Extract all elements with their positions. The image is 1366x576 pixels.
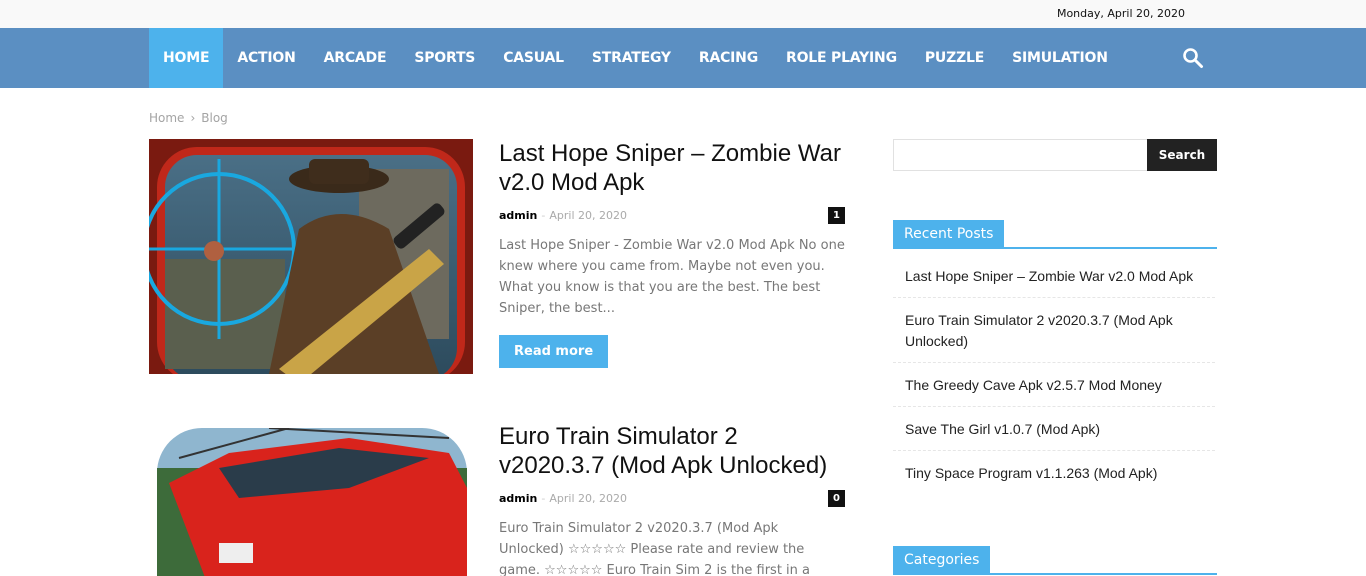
breadcrumb-home[interactable]: Home (149, 111, 184, 125)
recent-post-link[interactable]: The Greedy Cave Apk v2.5.7 Mod Money (893, 371, 1215, 407)
comment-count-badge[interactable]: 1 (828, 207, 845, 224)
post-title[interactable]: Euro Train Simulator 2 v2020.3.7 (Mod Ap… (499, 422, 845, 480)
post-author[interactable]: admin (499, 209, 537, 222)
meta-separator: - (541, 492, 546, 505)
post-thumbnail[interactable] (149, 428, 473, 576)
sidebar-search-form: Search (893, 139, 1217, 171)
read-more-button[interactable]: Read more (499, 335, 609, 368)
breadcrumb: Home › Blog (149, 111, 228, 125)
post-title[interactable]: Last Hope Sniper – Zombie War v2.0 Mod A… (499, 139, 845, 197)
search-button[interactable]: Search (1147, 139, 1217, 171)
post-card: Euro Train Simulator 2 v2020.3.7 (Mod Ap… (149, 422, 849, 576)
post-date: April 20, 2020 (549, 209, 627, 222)
comment-count-badge[interactable]: 0 (828, 490, 845, 507)
search-input[interactable] (893, 139, 1147, 171)
categories-widget: Categories (893, 546, 1217, 575)
widget-title: Recent Posts (893, 220, 1005, 247)
nav-item-casual[interactable]: CASUAL (489, 28, 578, 88)
breadcrumb-current: Blog (201, 111, 228, 125)
post-card: Last Hope Sniper – Zombie War v2.0 Mod A… (149, 139, 849, 379)
nav-menu: HOME ACTION ARCADE SPORTS CASUAL STRATEG… (149, 28, 1122, 88)
current-date: Monday, April 20, 2020 (1056, 7, 1185, 20)
post-content: Last Hope Sniper – Zombie War v2.0 Mod A… (499, 139, 845, 368)
post-author[interactable]: admin (499, 492, 537, 505)
search-icon[interactable] (1182, 47, 1204, 69)
nav-item-racing[interactable]: RACING (685, 28, 772, 88)
meta-separator: - (541, 209, 546, 222)
nav-item-puzzle[interactable]: PUZZLE (911, 28, 998, 88)
post-content: Euro Train Simulator 2 v2020.3.7 (Mod Ap… (499, 422, 845, 576)
post-excerpt: Euro Train Simulator 2 v2020.3.7 (Mod Ap… (499, 521, 811, 576)
nav-item-sports[interactable]: SPORTS (400, 28, 489, 88)
recent-post-link[interactable]: Last Hope Sniper – Zombie War v2.0 Mod A… (893, 262, 1215, 298)
nav-item-home[interactable]: HOME (149, 28, 224, 88)
nav-item-arcade[interactable]: ARCADE (310, 28, 401, 88)
post-thumbnail[interactable] (149, 139, 473, 374)
nav-item-strategy[interactable]: STRATEGY (578, 28, 685, 88)
recent-post-link[interactable]: Tiny Space Program v1.1.263 (Mod Apk) (893, 459, 1215, 494)
recent-posts-list: Last Hope Sniper – Zombie War v2.0 Mod A… (893, 262, 1217, 494)
nav-item-action[interactable]: ACTION (223, 28, 309, 88)
nav-item-role-playing[interactable]: ROLE PLAYING (772, 28, 911, 88)
breadcrumb-separator: › (190, 111, 196, 125)
post-meta: admin - April 20, 2020 1 (499, 207, 845, 227)
nav-item-simulation[interactable]: SIMULATION (998, 28, 1122, 88)
main-navigation: HOME ACTION ARCADE SPORTS CASUAL STRATEG… (0, 28, 1366, 88)
recent-posts-widget: Recent Posts Last Hope Sniper – Zombie W… (893, 220, 1217, 502)
widget-header: Recent Posts (893, 220, 1217, 249)
recent-post-link[interactable]: Euro Train Simulator 2 v2020.3.7 (Mod Ap… (893, 306, 1215, 363)
post-date: April 20, 2020 (549, 492, 627, 505)
recent-post-link[interactable]: Save The Girl v1.0.7 (Mod Apk) (893, 415, 1215, 451)
widget-title: Categories (893, 546, 991, 573)
top-bar: Monday, April 20, 2020 (0, 0, 1366, 28)
sniper-game-image (149, 139, 473, 374)
post-meta: admin - April 20, 2020 0 (499, 490, 845, 510)
train-game-image (149, 428, 473, 576)
widget-header: Categories (893, 546, 1217, 575)
post-excerpt: Last Hope Sniper - Zombie War v2.0 Mod A… (499, 238, 845, 316)
